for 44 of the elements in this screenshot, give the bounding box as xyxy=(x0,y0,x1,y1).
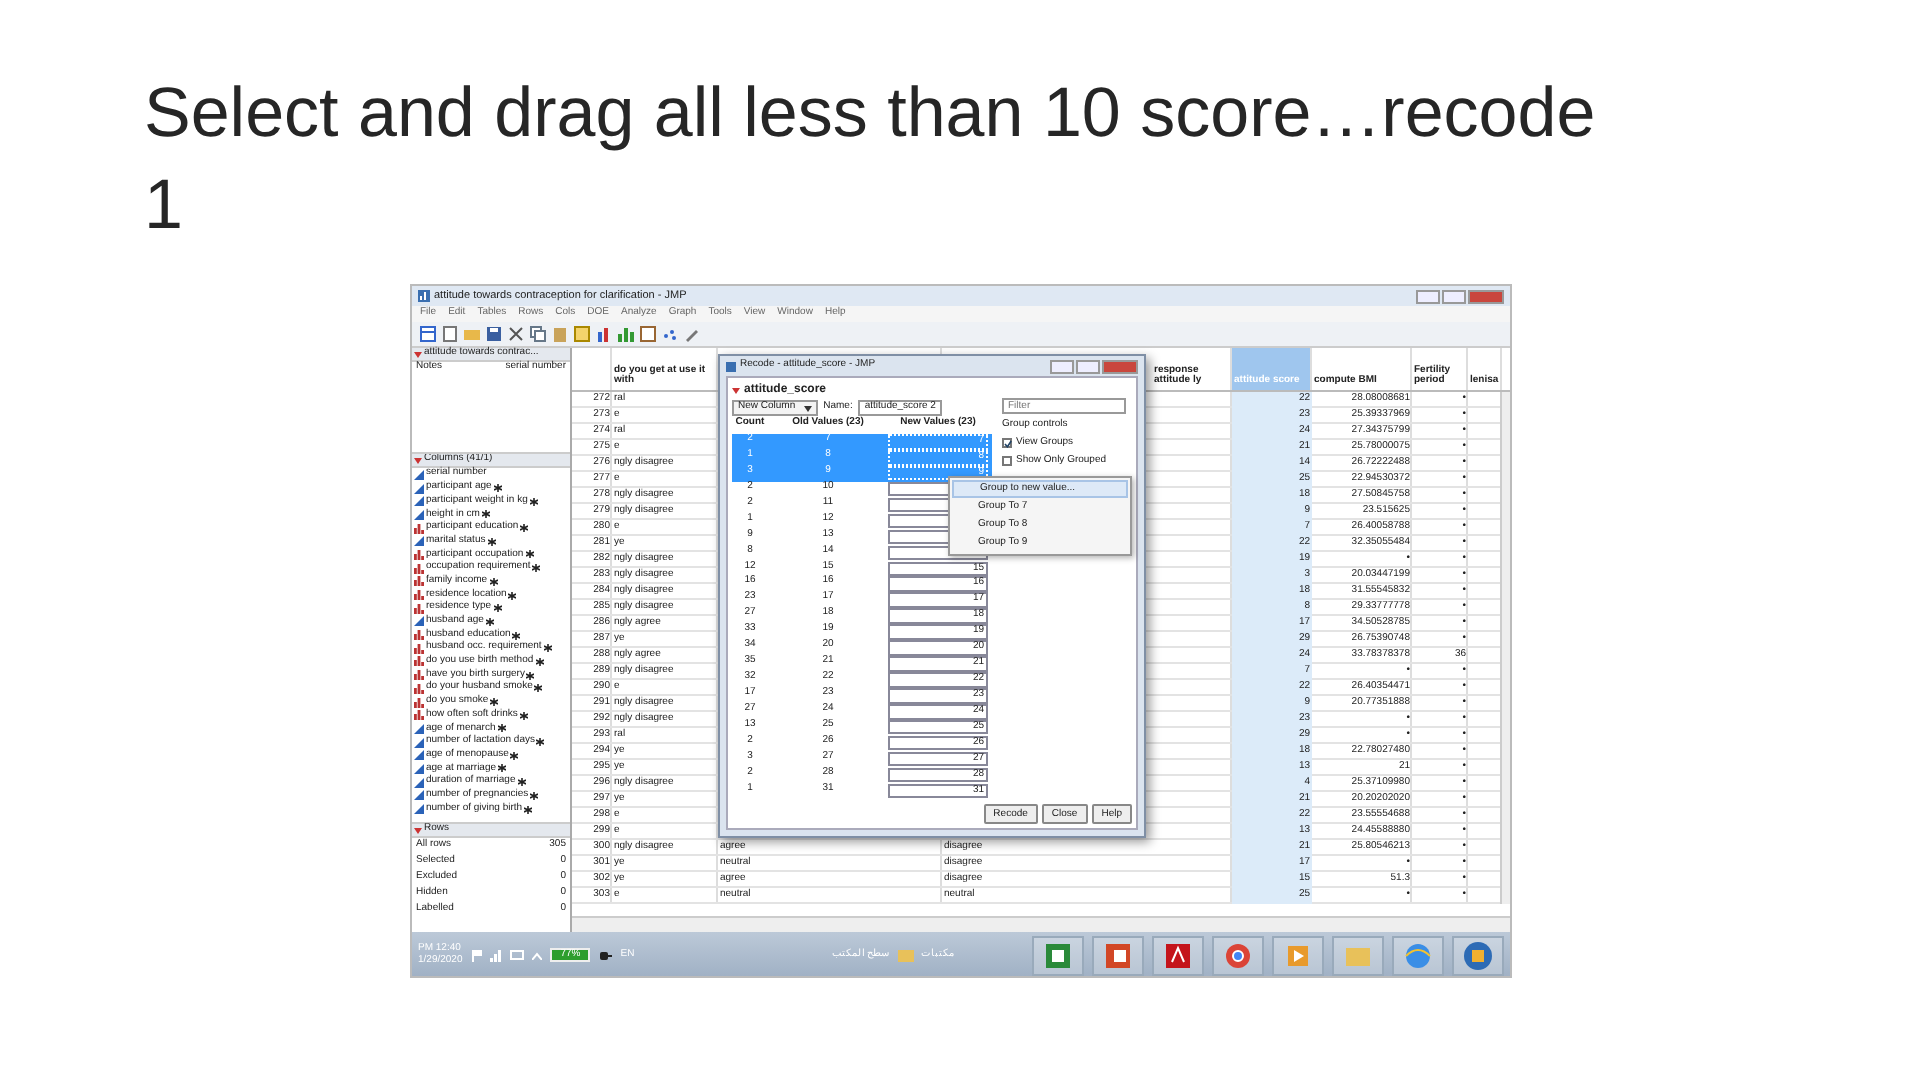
pdf-icon[interactable] xyxy=(1162,939,1194,971)
bars-icon xyxy=(414,523,424,534)
minimize-button[interactable] xyxy=(1050,359,1074,373)
table-icon[interactable] xyxy=(640,326,656,342)
grid-icon[interactable] xyxy=(574,326,590,342)
disclosure-icon[interactable] xyxy=(414,827,422,833)
paste-icon[interactable] xyxy=(552,326,568,342)
chevron-icon[interactable] xyxy=(532,951,543,959)
bars-icon xyxy=(414,549,424,560)
maximize-button[interactable] xyxy=(1076,359,1100,373)
monitor-icon[interactable] xyxy=(510,949,525,961)
presentation-icon[interactable] xyxy=(1102,939,1134,971)
save-icon[interactable] xyxy=(486,326,502,342)
disclosure-icon[interactable] xyxy=(414,457,422,463)
ramp-icon xyxy=(414,616,424,627)
maximize-button[interactable] xyxy=(1442,289,1466,303)
close-button[interactable] xyxy=(1468,289,1504,303)
scrollbar[interactable] xyxy=(572,916,1510,932)
spreadsheet-icon[interactable] xyxy=(1042,939,1074,971)
copy-icon[interactable] xyxy=(530,326,546,342)
scatter-icon[interactable] xyxy=(662,326,678,342)
close-button[interactable] xyxy=(1102,359,1138,373)
histogram-icon[interactable] xyxy=(618,326,634,342)
table-icon[interactable] xyxy=(420,326,436,342)
browser-icon[interactable] xyxy=(1222,939,1254,971)
minimize-button[interactable] xyxy=(1416,289,1440,303)
cut-icon[interactable] xyxy=(508,326,524,342)
document-icon[interactable] xyxy=(442,326,458,342)
plug-icon[interactable] xyxy=(598,949,613,961)
slide-title: Select and drag all less than 10 score…recode 1 xyxy=(144,72,1598,248)
caret-icon xyxy=(803,405,812,411)
globe-icon[interactable] xyxy=(1402,939,1434,971)
app-icon xyxy=(726,361,736,371)
scrollbar[interactable] xyxy=(1500,392,1510,904)
start-orb-icon[interactable] xyxy=(1462,939,1494,971)
app-icon xyxy=(418,290,430,302)
checkbox[interactable] xyxy=(1002,455,1012,466)
signal-icon[interactable] xyxy=(490,949,503,961)
check-icon xyxy=(1003,439,1011,448)
chart-icon[interactable] xyxy=(596,326,612,342)
checkbox[interactable] xyxy=(1002,438,1012,449)
flag-icon[interactable] xyxy=(470,949,483,961)
pencil-icon[interactable] xyxy=(684,326,700,342)
ramp-icon xyxy=(414,536,424,547)
